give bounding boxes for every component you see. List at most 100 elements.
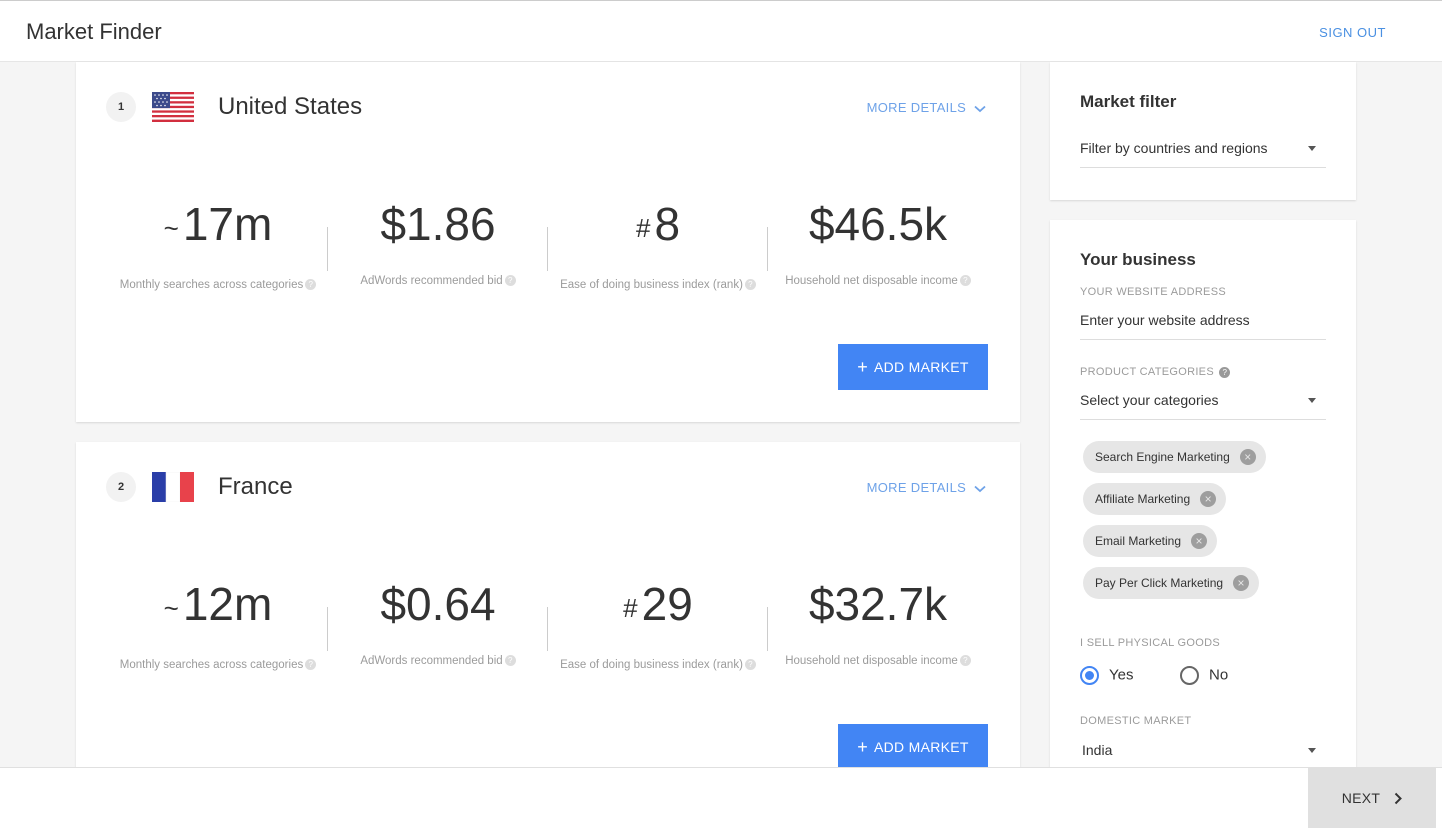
hash-sign: # — [623, 592, 638, 623]
category-chip: Email Marketing × — [1083, 525, 1218, 557]
help-icon[interactable]: ? — [959, 275, 971, 287]
remove-chip-icon[interactable]: × — [1200, 491, 1217, 507]
stat-value: $0.64 — [380, 578, 496, 630]
caret-down-icon — [1308, 398, 1316, 403]
country-name: France — [218, 473, 293, 500]
stat-household-income: $46.5k Household net disposable income? — [768, 190, 988, 290]
categories-dropdown[interactable]: Select your categories — [1080, 380, 1326, 420]
category-chip: Affiliate Marketing × — [1083, 483, 1227, 515]
more-details-label: MORE DETAILS — [866, 100, 967, 115]
domestic-market-label: DOMESTIC MARKET — [1080, 715, 1192, 727]
us-flag-icon — [152, 92, 194, 122]
market-card: 2 France MORE DETAILS ~12m Monthly searc… — [76, 442, 1020, 782]
stat-value: 12m — [182, 578, 273, 630]
website-input[interactable]: Enter your website address — [1080, 300, 1326, 340]
rank-badge: 1 — [106, 92, 136, 122]
stat-label: AdWords recommended bid — [360, 275, 503, 287]
approx-sign: ~ — [163, 592, 179, 623]
plus-icon: + — [857, 357, 868, 377]
stat-label: AdWords recommended bid — [360, 655, 503, 667]
stat-label: Ease of doing business index (rank) — [560, 278, 743, 291]
product-categories-label: PRODUCT CATEGORIES ? — [1080, 366, 1231, 378]
filter-regions-dropdown[interactable]: Filter by countries and regions — [1080, 128, 1326, 168]
caret-down-icon — [1308, 146, 1316, 151]
footer-bar: NEXT — [0, 767, 1442, 828]
help-icon[interactable]: ? — [504, 655, 516, 667]
chip-label: Email Marketing — [1095, 534, 1182, 548]
physical-goods-no-radio[interactable]: No — [1180, 666, 1228, 685]
next-button[interactable]: NEXT — [1308, 768, 1436, 828]
sign-out-link[interactable]: SIGN OUT — [1319, 25, 1386, 40]
domestic-market-dropdown[interactable]: India — [1080, 730, 1326, 770]
domestic-market-value: India — [1082, 742, 1113, 758]
chip-label: Search Engine Marketing — [1095, 450, 1230, 464]
market-filter-card: Market filter Filter by countries and re… — [1050, 62, 1356, 200]
top-bar: Market Finder SIGN OUT — [0, 0, 1442, 62]
your-business-title: Your business — [1080, 250, 1196, 269]
stat-recommended-bid: $1.86 AdWords recommended bid? — [328, 190, 548, 290]
caret-down-icon — [1308, 748, 1316, 753]
add-market-button[interactable]: + ADD MARKET — [838, 724, 988, 770]
stat-monthly-searches: ~12m Monthly searches across categories? — [108, 570, 328, 674]
help-icon[interactable]: ? — [744, 279, 756, 291]
your-business-card: Your business YOUR WEBSITE ADDRESS Enter… — [1050, 220, 1356, 780]
remove-chip-icon[interactable]: × — [1233, 575, 1250, 591]
app-title: Market Finder — [26, 19, 162, 44]
add-market-label: ADD MARKET — [874, 739, 969, 755]
more-details-button[interactable]: MORE DETAILS — [867, 480, 986, 495]
category-chip: Search Engine Marketing × — [1083, 441, 1266, 473]
filter-regions-value: Filter by countries and regions — [1080, 140, 1268, 156]
stat-value: 29 — [641, 578, 693, 630]
hash-sign: # — [635, 212, 651, 243]
physical-goods-yes-radio[interactable]: Yes — [1080, 666, 1133, 685]
france-flag-icon — [152, 472, 194, 502]
website-label: YOUR WEBSITE ADDRESS — [1080, 286, 1226, 298]
market-card: 1 United States MORE DETAILS ~17m Monthl… — [76, 62, 1020, 422]
chevron-down-icon — [974, 105, 986, 112]
next-label: NEXT — [1341, 790, 1381, 806]
radio-checked-icon — [1080, 666, 1099, 685]
market-filter-title: Market filter — [1080, 92, 1177, 111]
chevron-down-icon — [974, 485, 986, 492]
help-icon[interactable]: ? — [504, 275, 516, 287]
add-market-button[interactable]: + ADD MARKET — [838, 344, 988, 390]
physical-goods-label: I SELL PHYSICAL GOODS — [1080, 637, 1220, 649]
stat-monthly-searches: ~17m Monthly searches across categories? — [108, 190, 328, 294]
radio-unchecked-icon — [1180, 666, 1199, 685]
remove-chip-icon[interactable]: × — [1239, 449, 1256, 465]
stat-household-income: $32.7k Household net disposable income? — [768, 570, 988, 670]
stat-label: Household net disposable income — [785, 655, 958, 667]
rank-badge: 2 — [106, 472, 136, 502]
help-icon[interactable]: ? — [744, 659, 756, 671]
chip-label: Pay Per Click Marketing — [1095, 576, 1224, 590]
stat-label: Ease of doing business index (rank) — [560, 658, 743, 671]
add-market-label: ADD MARKET — [874, 359, 969, 375]
stat-ease-of-business: #8 Ease of doing business index (rank)? — [548, 190, 768, 294]
help-icon[interactable]: ? — [305, 279, 317, 291]
chip-label: Affiliate Marketing — [1095, 492, 1191, 506]
product-categories-text: PRODUCT CATEGORIES — [1080, 366, 1214, 378]
stat-ease-of-business: #29 Ease of doing business index (rank)? — [548, 570, 768, 674]
help-icon[interactable]: ? — [959, 655, 971, 667]
stat-value: 8 — [654, 198, 681, 250]
country-name: United States — [218, 93, 363, 120]
help-icon[interactable]: ? — [1219, 366, 1231, 378]
approx-sign: ~ — [163, 212, 179, 243]
stat-label: Monthly searches across categories — [119, 278, 304, 291]
stat-label: Household net disposable income — [785, 275, 958, 287]
chevron-right-icon — [1395, 792, 1403, 805]
stat-value: $1.86 — [380, 198, 496, 250]
remove-chip-icon[interactable]: × — [1191, 533, 1208, 549]
radio-label: Yes — [1109, 666, 1134, 684]
more-details-label: MORE DETAILS — [866, 480, 967, 495]
stat-value: $32.7k — [808, 578, 948, 630]
radio-label: No — [1209, 666, 1229, 684]
help-icon[interactable]: ? — [305, 659, 317, 671]
categories-dropdown-value: Select your categories — [1080, 392, 1219, 408]
more-details-button[interactable]: MORE DETAILS — [867, 100, 986, 115]
stat-value: 17m — [182, 198, 273, 250]
category-chip: Pay Per Click Marketing × — [1083, 567, 1260, 599]
plus-icon: + — [857, 737, 868, 757]
stat-recommended-bid: $0.64 AdWords recommended bid? — [328, 570, 548, 670]
stat-label: Monthly searches across categories — [119, 658, 304, 671]
